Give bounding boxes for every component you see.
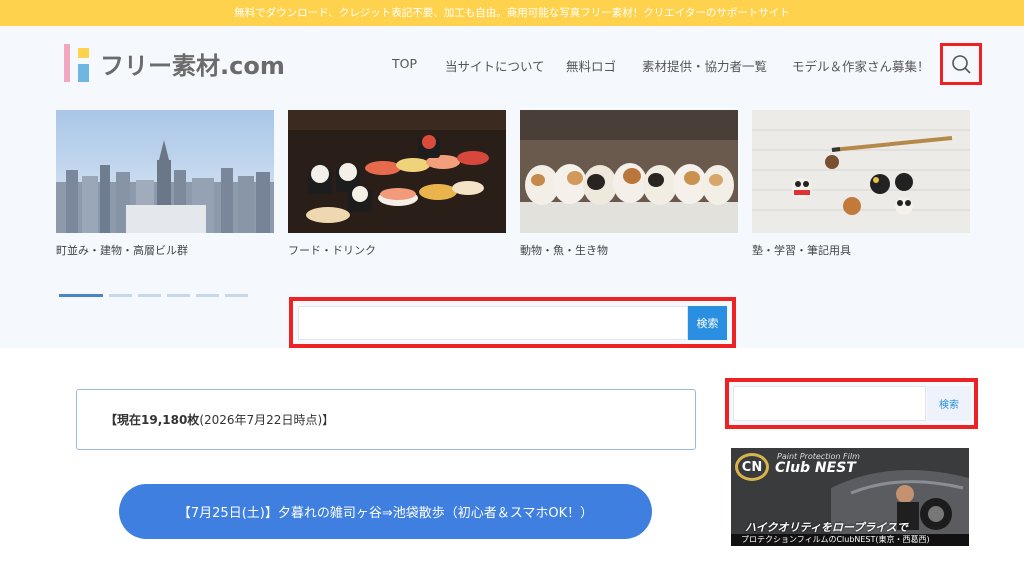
sidebar-ad-banner[interactable]: CN Paint Protection Film Club NEST ハイクオリ… [731,448,969,546]
carousel-dot-active[interactable] [59,294,103,297]
carousel-dot[interactable] [109,294,132,297]
ad-brand: Club NEST [775,460,856,476]
hero-search-form: 検索 [289,297,736,348]
card-caption[interactable]: 動物・魚・生き物 [520,242,738,258]
animals-image[interactable] [520,110,738,233]
category-card-city[interactable]: 町並み・建物・高層ビル群 [56,110,274,258]
sidebar-search-form: 検索 [725,378,978,429]
category-card-animals[interactable]: 動物・魚・生き物 [520,110,738,258]
material-count: 【現在19,180枚 [105,413,200,427]
nav-item-free-logo[interactable]: 無料ロゴ [566,56,616,75]
sidebar-search-button[interactable]: 検索 [927,386,971,421]
ad-subtitle: プロテクションフィルムのClubNEST(東京・西葛西) [731,534,969,546]
card-caption[interactable]: 塾・学習・筆記用具 [752,242,970,258]
category-card-food[interactable]: フード・ドリンク [288,110,506,258]
search-icon [952,55,971,74]
material-count-box: 【現在19,180枚 (2026年7月22日時点)】 [76,389,696,450]
carousel-dot[interactable] [138,294,161,297]
hero-search-input[interactable] [298,306,688,340]
nav-item-top[interactable]: TOP [392,56,417,71]
study-image[interactable] [752,110,970,233]
card-caption[interactable]: フード・ドリンク [288,242,506,258]
food-image[interactable] [288,110,506,233]
count-date: (2026年7月22日時点)】 [199,413,335,427]
carousel-dot[interactable] [225,294,248,297]
carousel-dot[interactable] [196,294,219,297]
card-caption[interactable]: 町並み・建物・高層ビル群 [56,242,274,258]
logo-text: フリー素材.com [100,51,285,80]
ad-logo-icon: CN [735,453,769,481]
header-search-button[interactable] [940,43,982,85]
nav-item-recruit[interactable]: モデル＆作家さん募集！ [792,56,930,75]
logo-mark-icon [64,44,94,82]
city-image[interactable] [56,110,274,233]
sidebar-search-input[interactable] [733,386,926,421]
event-button[interactable]: 【7月25日(土)】夕暮れの雑司ヶ谷⇒池袋散歩（初心者＆スマホOK！） [119,484,652,539]
carousel-pagination [59,294,254,297]
nav-item-contributors[interactable]: 素材提供・協力者一覧 [642,56,767,75]
nav-item-about[interactable]: 当サイトについて [445,56,545,75]
category-card-study[interactable]: 塾・学習・筆記用具 [752,110,970,258]
site-logo[interactable]: フリー素材.com [64,44,285,82]
carousel-dot[interactable] [167,294,190,297]
ad-tagline: ハイクオリティをロープライスで [745,521,908,534]
hero-search-button[interactable]: 検索 [688,306,727,340]
announcement-bar: 無料でダウンロード、クレジット表記不要、加工も自由。商用可能な写真フリー素材！ク… [0,0,1024,26]
